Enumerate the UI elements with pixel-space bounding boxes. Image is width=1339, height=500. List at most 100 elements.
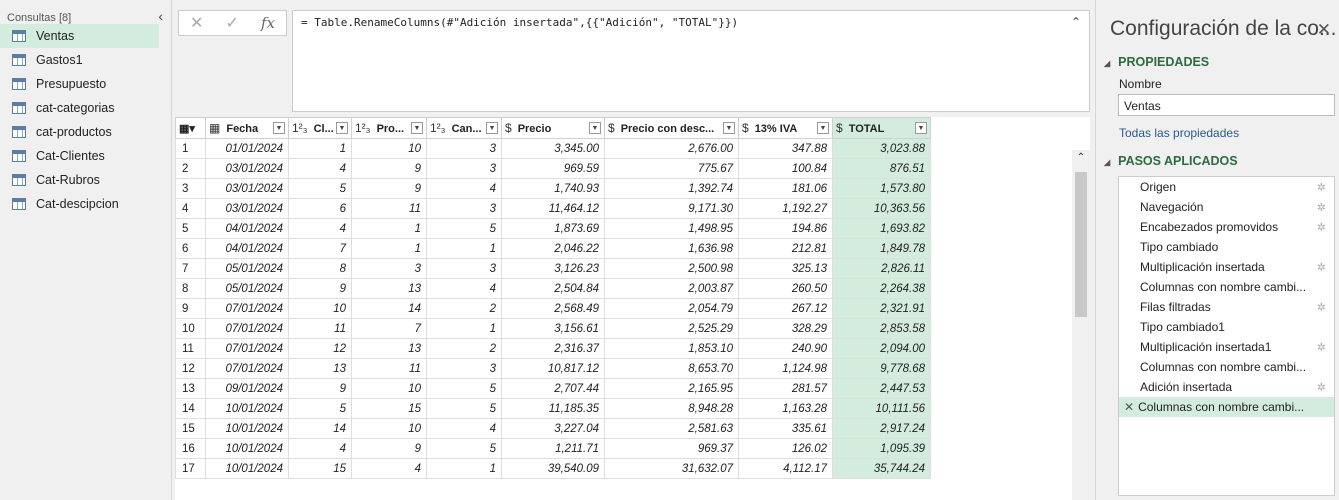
table-cell[interactable]: 2,525.29 <box>604 318 739 339</box>
table-cell[interactable]: 2,447.53 <box>832 378 931 399</box>
query-item[interactable]: Cat-descipcion <box>0 192 171 216</box>
table-row[interactable]: 10 07/01/2024 11 7 1 3,156.61 2,525.29 328.29 2,… <box>175 318 931 339</box>
table-cell[interactable]: 100.84 <box>738 158 833 179</box>
table-row[interactable]: 12 07/01/2024 13 11 3 10,817.12 8,653.70 1,124.… <box>175 358 931 379</box>
table-cell[interactable]: 9 <box>351 178 427 199</box>
table-cell[interactable]: 126.02 <box>738 438 833 459</box>
gear-icon[interactable]: ✲ <box>1317 181 1326 194</box>
column-header[interactable]: $ Precio con desc... ▼ <box>604 117 739 139</box>
table-cell[interactable]: 2,264.38 <box>832 278 931 299</box>
table-cell[interactable]: 5 <box>426 438 502 459</box>
applied-step[interactable]: Navegación ✲ <box>1119 197 1334 217</box>
table-cell[interactable]: 1,211.71 <box>501 438 605 459</box>
column-header[interactable]: $ TOTAL ▼ <box>832 117 931 139</box>
table-cell[interactable]: 10/01/2024 <box>205 438 289 459</box>
filter-dropdown-icon[interactable]: ▼ <box>273 122 285 134</box>
table-cell[interactable]: 9,778.68 <box>832 358 931 379</box>
table-cell[interactable]: 7 <box>288 238 352 259</box>
confirm-icon[interactable]: ✓ <box>225 13 238 33</box>
table-cell[interactable]: 09/01/2024 <box>205 378 289 399</box>
applied-step[interactable]: Columnas con nombre cambi... <box>1119 277 1334 297</box>
table-cell[interactable]: 04/01/2024 <box>205 238 289 259</box>
table-cell[interactable]: 4 <box>426 278 502 299</box>
delete-step-icon[interactable]: ✕ <box>1124 400 1134 414</box>
table-cell[interactable]: 4 <box>351 458 427 479</box>
table-row[interactable]: 6 04/01/2024 7 1 1 2,046.22 1,636.98 212.81 1,84… <box>175 238 931 259</box>
table-cell[interactable]: 2 <box>426 338 502 359</box>
table-cell[interactable]: 4 <box>288 158 352 179</box>
table-cell[interactable]: 14 <box>351 298 427 319</box>
table-cell[interactable]: 3,345.00 <box>501 138 605 159</box>
table-cell[interactable]: 1,636.98 <box>604 238 739 259</box>
table-cell[interactable]: 3 <box>426 258 502 279</box>
table-cell[interactable]: 347.88 <box>738 138 833 159</box>
table-cell[interactable]: 2,165.95 <box>604 378 739 399</box>
table-cell[interactable]: 9 <box>288 378 352 399</box>
table-cell[interactable]: 9 <box>351 438 427 459</box>
applied-step[interactable]: Origen ✲ <box>1119 177 1334 197</box>
applied-step[interactable]: ✕ Columnas con nombre cambi... <box>1119 397 1334 417</box>
table-cell[interactable]: 1,873.69 <box>501 218 605 239</box>
scroll-up-icon[interactable]: ⌃ <box>1072 150 1090 163</box>
formula-input[interactable]: = Table.RenameColumns(#"Adición insertad… <box>292 10 1090 112</box>
table-cell[interactable]: 11 <box>288 318 352 339</box>
table-row[interactable]: 9 07/01/2024 10 14 2 2,568.49 2,054.79 267.12 2,… <box>175 298 931 319</box>
filter-dropdown-icon[interactable]: ▼ <box>336 122 348 134</box>
table-cell[interactable]: 03/01/2024 <box>205 198 289 219</box>
row-number[interactable]: 6 <box>175 238 206 259</box>
table-cell[interactable]: 969.37 <box>604 438 739 459</box>
query-item[interactable]: Presupuesto <box>0 72 171 96</box>
applied-step[interactable]: Multiplicación insertada1 ✲ <box>1119 337 1334 357</box>
table-cell[interactable]: 194.86 <box>738 218 833 239</box>
fx-icon[interactable]: fx <box>261 14 275 32</box>
table-cell[interactable]: 10 <box>351 138 427 159</box>
table-cell[interactable]: 2,316.37 <box>501 338 605 359</box>
table-row[interactable]: 1 01/01/2024 1 10 3 3,345.00 2,676.00 347.88 3,0… <box>175 138 931 159</box>
table-cell[interactable]: 14 <box>288 418 352 439</box>
table-cell[interactable]: 2,581.63 <box>604 418 739 439</box>
table-cell[interactable]: 11,464.12 <box>501 198 605 219</box>
table-cell[interactable]: 4 <box>426 418 502 439</box>
table-cell[interactable]: 10,817.12 <box>501 358 605 379</box>
table-cell[interactable]: 13 <box>351 278 427 299</box>
applied-step[interactable]: Tipo cambiado <box>1119 237 1334 257</box>
table-cell[interactable]: 2,568.49 <box>501 298 605 319</box>
table-cell[interactable]: 1,498.95 <box>604 218 739 239</box>
table-cell[interactable]: 325.13 <box>738 258 833 279</box>
table-cell[interactable]: 181.06 <box>738 178 833 199</box>
type-icon[interactable]: ▦ <box>209 121 220 135</box>
table-cell[interactable]: 267.12 <box>738 298 833 319</box>
filter-dropdown-icon[interactable]: ▼ <box>915 122 927 134</box>
table-cell[interactable]: 10,363.56 <box>832 198 931 219</box>
table-cell[interactable]: 07/01/2024 <box>205 338 289 359</box>
table-cell[interactable]: 5 <box>288 178 352 199</box>
table-menu-icon[interactable]: ▦▾ <box>175 117 206 139</box>
row-number[interactable]: 15 <box>175 418 206 439</box>
table-cell[interactable]: 6 <box>288 198 352 219</box>
table-cell[interactable]: 1 <box>426 458 502 479</box>
table-cell[interactable]: 10/01/2024 <box>205 458 289 479</box>
table-cell[interactable]: 1 <box>426 238 502 259</box>
table-cell[interactable]: 01/01/2024 <box>205 138 289 159</box>
column-header[interactable]: 1²₃ Pro... ▼ <box>351 117 427 139</box>
gear-icon[interactable]: ✲ <box>1317 201 1326 214</box>
table-cell[interactable]: 11 <box>351 358 427 379</box>
table-cell[interactable]: 13 <box>351 338 427 359</box>
applied-steps-section[interactable]: ◢ PASOS APLICADOS <box>1096 154 1339 168</box>
table-row[interactable]: 15 10/01/2024 14 10 4 3,227.04 2,581.63 335.61 2… <box>175 418 931 439</box>
table-cell[interactable]: 13 <box>288 358 352 379</box>
table-cell[interactable]: 2,676.00 <box>604 138 739 159</box>
type-icon[interactable]: $ <box>505 121 512 135</box>
table-cell[interactable]: 2,826.11 <box>832 258 931 279</box>
type-icon[interactable]: 1²₃ <box>355 121 371 135</box>
table-cell[interactable]: 39,540.09 <box>501 458 605 479</box>
table-cell[interactable]: 3 <box>426 158 502 179</box>
row-number[interactable]: 10 <box>175 318 206 339</box>
table-cell[interactable]: 1,849.78 <box>832 238 931 259</box>
table-cell[interactable]: 05/01/2024 <box>205 278 289 299</box>
gear-icon[interactable]: ✲ <box>1317 261 1326 274</box>
table-cell[interactable]: 2,094.00 <box>832 338 931 359</box>
table-cell[interactable]: 2,853.58 <box>832 318 931 339</box>
name-input[interactable]: Ventas <box>1118 94 1335 116</box>
table-cell[interactable]: 2,917.24 <box>832 418 931 439</box>
